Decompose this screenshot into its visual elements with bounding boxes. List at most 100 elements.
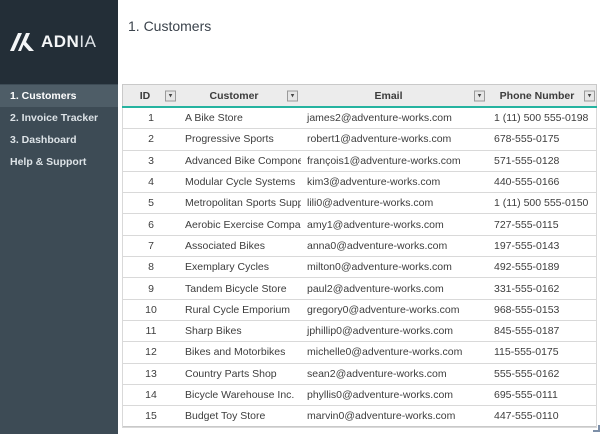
column-header-phone[interactable]: Phone Number ▾ [488, 85, 598, 106]
table-row: 15 Budget Toy Store marvin0@adventure-wo… [123, 406, 596, 427]
cell-email[interactable]: françois1@adventure-works.com [301, 151, 488, 171]
cell-email[interactable]: kim3@adventure-works.com [301, 172, 488, 192]
cell-email[interactable]: michelle0@adventure-works.com [301, 342, 488, 362]
cell-id[interactable]: 2 [123, 129, 179, 149]
cell-phone[interactable]: 695-555-0111 [488, 385, 598, 405]
cell-phone[interactable]: 555-555-0162 [488, 364, 598, 384]
cell-customer[interactable]: Rural Cycle Emporium [179, 300, 301, 320]
cell-customer[interactable]: A Bike Store [179, 108, 301, 128]
cell-customer[interactable]: Sharp Bikes [179, 321, 301, 341]
cell-id[interactable]: 7 [123, 236, 179, 256]
column-header-id[interactable]: ID ▾ [123, 85, 179, 106]
logo-text: ADNIA [41, 32, 96, 52]
cell-id[interactable]: 15 [123, 406, 179, 426]
filter-dropdown-icon[interactable]: ▾ [165, 90, 176, 101]
cell-customer[interactable]: Country Parts Shop [179, 364, 301, 384]
cell-email[interactable]: lili0@adventure-works.com [301, 193, 488, 213]
cell-email[interactable]: robert1@adventure-works.com [301, 129, 488, 149]
adnia-logo-icon [9, 32, 35, 52]
cell-phone[interactable]: 1 (11) 500 555-0198 [488, 108, 598, 128]
column-header-id-label: ID [140, 90, 163, 102]
cell-id[interactable]: 8 [123, 257, 179, 277]
cell-customer[interactable]: Progressive Sports [179, 129, 301, 149]
cell-customer[interactable]: Associated Bikes [179, 236, 301, 256]
filter-dropdown-icon[interactable]: ▾ [287, 90, 298, 101]
table-row: 12 Bikes and Motorbikes michelle0@advent… [123, 342, 596, 363]
cell-phone[interactable]: 727-555-0115 [488, 214, 598, 234]
cell-phone[interactable]: 447-555-0110 [488, 406, 598, 426]
customers-table: ID ▾ Customer ▾ Email ▾ Phone Number ▾ [122, 84, 597, 428]
cell-email[interactable]: anna0@adventure-works.com [301, 236, 488, 256]
cell-id[interactable]: 4 [123, 172, 179, 192]
table-row: 13 Country Parts Shop sean2@adventure-wo… [123, 364, 596, 385]
app-window: ADNIA 1. Customers 2. Invoice Tracker 3.… [0, 0, 600, 434]
column-header-customer-label: Customer [209, 90, 270, 102]
cell-id[interactable]: 10 [123, 300, 179, 320]
table-header-row: ID ▾ Customer ▾ Email ▾ Phone Number ▾ [122, 84, 597, 106]
cell-id[interactable]: 3 [123, 151, 179, 171]
column-header-phone-label: Phone Number [500, 90, 587, 102]
cell-email[interactable]: phyllis0@adventure-works.com [301, 385, 488, 405]
cell-email[interactable]: paul2@adventure-works.com [301, 278, 488, 298]
adnia-logo: ADNIA [9, 32, 96, 52]
cell-phone[interactable]: 115-555-0175 [488, 342, 598, 362]
cell-phone[interactable]: 440-555-0166 [488, 172, 598, 192]
cell-phone[interactable]: 331-555-0162 [488, 278, 598, 298]
cell-customer[interactable]: Exemplary Cycles [179, 257, 301, 277]
cell-id[interactable]: 6 [123, 214, 179, 234]
column-header-email-label: Email [374, 90, 414, 102]
cell-id[interactable]: 14 [123, 385, 179, 405]
cell-customer[interactable]: Bikes and Motorbikes [179, 342, 301, 362]
cell-phone[interactable]: 571-555-0128 [488, 151, 598, 171]
column-header-email[interactable]: Email ▾ [301, 85, 488, 106]
sidebar: ADNIA 1. Customers 2. Invoice Tracker 3.… [0, 0, 118, 434]
table-row: 6 Aerobic Exercise Company amy1@adventur… [123, 214, 596, 235]
logo-text-bold: ADN [41, 32, 79, 51]
sidebar-item-invoice-tracker[interactable]: 2. Invoice Tracker [0, 107, 118, 129]
cell-customer[interactable]: Tandem Bicycle Store [179, 278, 301, 298]
cell-email[interactable]: james2@adventure-works.com [301, 108, 488, 128]
cell-phone[interactable]: 968-555-0153 [488, 300, 598, 320]
cell-customer[interactable]: Modular Cycle Systems [179, 172, 301, 192]
table-row: 14 Bicycle Warehouse Inc. phyllis0@adven… [123, 385, 596, 406]
cell-phone[interactable]: 845-555-0187 [488, 321, 598, 341]
sidebar-item-dashboard[interactable]: 3. Dashboard [0, 129, 118, 151]
cell-phone[interactable]: 678-555-0175 [488, 129, 598, 149]
table-row: 10 Rural Cycle Emporium gregory0@adventu… [123, 300, 596, 321]
filter-dropdown-icon[interactable]: ▾ [474, 90, 485, 101]
cell-phone[interactable]: 492-555-0189 [488, 257, 598, 277]
sidebar-item-customers[interactable]: 1. Customers [0, 85, 118, 107]
sidebar-item-help-support[interactable]: Help & Support [0, 151, 118, 173]
cell-id[interactable]: 5 [123, 193, 179, 213]
filter-dropdown-icon[interactable]: ▾ [584, 90, 595, 101]
column-header-customer[interactable]: Customer ▾ [179, 85, 301, 106]
cell-id[interactable]: 13 [123, 364, 179, 384]
logo-text-light: IA [79, 32, 96, 51]
logo-block: ADNIA [0, 0, 118, 84]
sidebar-nav: 1. Customers 2. Invoice Tracker 3. Dashb… [0, 85, 118, 173]
cell-customer[interactable]: Budget Toy Store [179, 406, 301, 426]
cell-email[interactable]: milton0@adventure-works.com [301, 257, 488, 277]
cell-customer[interactable]: Metropolitan Sports Supply [179, 193, 301, 213]
cell-customer[interactable]: Bicycle Warehouse Inc. [179, 385, 301, 405]
cell-customer[interactable]: Aerobic Exercise Company [179, 214, 301, 234]
cell-customer[interactable]: Advanced Bike Components [179, 151, 301, 171]
table-resize-handle[interactable] [593, 425, 600, 432]
cell-email[interactable]: gregory0@adventure-works.com [301, 300, 488, 320]
table-row: 2 Progressive Sports robert1@adventure-w… [123, 129, 596, 150]
cell-email[interactable]: jphillip0@adventure-works.com [301, 321, 488, 341]
cell-phone[interactable]: 1 (11) 500 555-0150 [488, 193, 598, 213]
cell-id[interactable]: 1 [123, 108, 179, 128]
cell-email[interactable]: marvin0@adventure-works.com [301, 406, 488, 426]
cell-email[interactable]: amy1@adventure-works.com [301, 214, 488, 234]
table-row: 5 Metropolitan Sports Supply lili0@adven… [123, 193, 596, 214]
table-row: 4 Modular Cycle Systems kim3@adventure-w… [123, 172, 596, 193]
table-row: 11 Sharp Bikes jphillip0@adventure-works… [123, 321, 596, 342]
cell-email[interactable]: sean2@adventure-works.com [301, 364, 488, 384]
table-row: 8 Exemplary Cycles milton0@adventure-wor… [123, 257, 596, 278]
cell-id[interactable]: 12 [123, 342, 179, 362]
cell-id[interactable]: 9 [123, 278, 179, 298]
cell-id[interactable]: 11 [123, 321, 179, 341]
cell-phone[interactable]: 197-555-0143 [488, 236, 598, 256]
main-content: 1. Customers ID ▾ Customer ▾ Email ▾ Pho… [118, 0, 600, 434]
